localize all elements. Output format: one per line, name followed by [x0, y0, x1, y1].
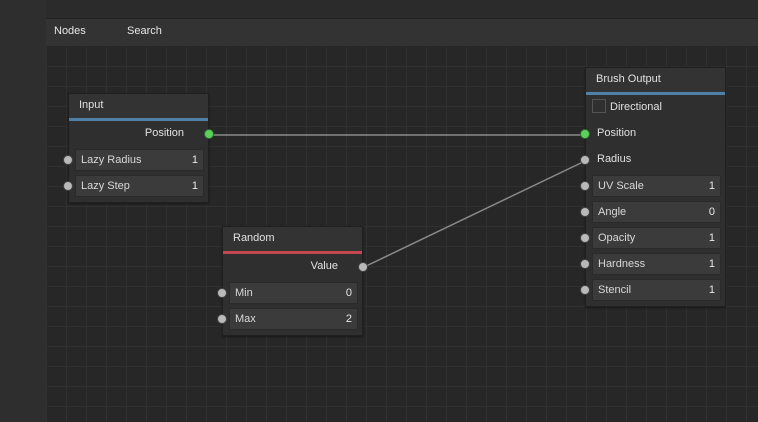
random-max-row: Max 2: [217, 306, 362, 332]
input-lazy-radius-row: Lazy Radius 1: [63, 147, 208, 173]
random-node-title[interactable]: Random: [223, 227, 362, 254]
angle-row: Angle 0: [580, 199, 725, 225]
stencil-field[interactable]: Stencil 1: [592, 279, 721, 301]
brush-output-node[interactable]: Brush Output Directional Position Radius…: [580, 67, 726, 307]
angle-field[interactable]: Angle 0: [592, 201, 721, 223]
title-strip: [46, 0, 758, 19]
lazy-step-field[interactable]: Lazy Step 1: [75, 175, 204, 197]
lazy-step-label: Lazy Step: [81, 180, 130, 192]
min-input-port[interactable]: [217, 288, 227, 298]
random-value-output-row: Value: [223, 254, 368, 280]
hardness-value[interactable]: 1: [709, 258, 715, 270]
stencil-label: Stencil: [598, 284, 632, 296]
input-position-output-row: Position: [69, 121, 214, 147]
max-input-port[interactable]: [217, 314, 227, 324]
lazy-radius-input-port[interactable]: [63, 155, 73, 165]
opacity-field[interactable]: Opacity 1: [592, 227, 721, 249]
brush-position-input-port[interactable]: [580, 129, 590, 139]
max-label: Max: [235, 313, 256, 325]
lazy-step-value[interactable]: 1: [192, 180, 198, 192]
menu-nodes[interactable]: Nodes: [54, 19, 86, 46]
opacity-row: Opacity 1: [580, 225, 725, 251]
input-position-label: Position: [144, 127, 184, 139]
menu-search[interactable]: Search: [127, 19, 162, 46]
brush-position-row: Position: [580, 121, 725, 147]
left-panel-strip: [0, 0, 47, 422]
max-field[interactable]: Max 2: [229, 308, 358, 330]
stencil-value[interactable]: 1: [709, 284, 715, 296]
directional-row: Directional: [586, 95, 725, 121]
opacity-input-port[interactable]: [580, 233, 590, 243]
brush-radius-input-port[interactable]: [580, 155, 590, 165]
brush-radius-label: Radius: [597, 153, 632, 165]
random-node[interactable]: Random Value Min 0 Max 2: [217, 226, 368, 336]
random-value-label: Value: [310, 260, 338, 272]
uv-scale-value[interactable]: 1: [709, 180, 715, 192]
brush-position-label: Position: [597, 127, 637, 139]
hardness-input-port[interactable]: [580, 259, 590, 269]
uv-scale-label: UV Scale: [598, 180, 644, 192]
directional-label: Directional: [610, 101, 662, 113]
brush-radius-row: Radius: [580, 147, 725, 173]
hardness-label: Hardness: [598, 258, 646, 270]
hardness-row: Hardness 1: [580, 251, 725, 277]
stencil-input-port[interactable]: [580, 285, 590, 295]
min-label: Min: [235, 287, 253, 299]
directional-checkbox[interactable]: [592, 99, 606, 113]
angle-input-port[interactable]: [580, 207, 590, 217]
lazy-radius-value[interactable]: 1: [192, 154, 198, 166]
angle-label: Angle: [598, 206, 627, 218]
input-node[interactable]: Input Position Lazy Radius 1 Lazy Step 1: [63, 93, 214, 203]
lazy-radius-label: Lazy Radius: [81, 154, 142, 166]
random-min-row: Min 0: [217, 280, 362, 306]
lazy-radius-field[interactable]: Lazy Radius 1: [75, 149, 204, 171]
input-lazy-step-row: Lazy Step 1: [63, 173, 208, 199]
uv-scale-input-port[interactable]: [580, 181, 590, 191]
stencil-row: Stencil 1: [580, 277, 725, 303]
angle-value[interactable]: 0: [709, 206, 715, 218]
max-value[interactable]: 2: [346, 313, 352, 325]
uv-scale-field[interactable]: UV Scale 1: [592, 175, 721, 197]
min-field[interactable]: Min 0: [229, 282, 358, 304]
opacity-value[interactable]: 1: [709, 232, 715, 244]
brush-output-title[interactable]: Brush Output: [586, 68, 725, 95]
opacity-label: Opacity: [598, 232, 636, 244]
input-position-output-port[interactable]: [204, 129, 214, 139]
uv-scale-row: UV Scale 1: [580, 173, 725, 199]
input-node-title[interactable]: Input: [69, 94, 208, 121]
min-value[interactable]: 0: [346, 287, 352, 299]
hardness-field[interactable]: Hardness 1: [592, 253, 721, 275]
lazy-step-input-port[interactable]: [63, 181, 73, 191]
random-value-output-port[interactable]: [358, 262, 368, 272]
menu-bar: Nodes Search: [46, 19, 758, 47]
